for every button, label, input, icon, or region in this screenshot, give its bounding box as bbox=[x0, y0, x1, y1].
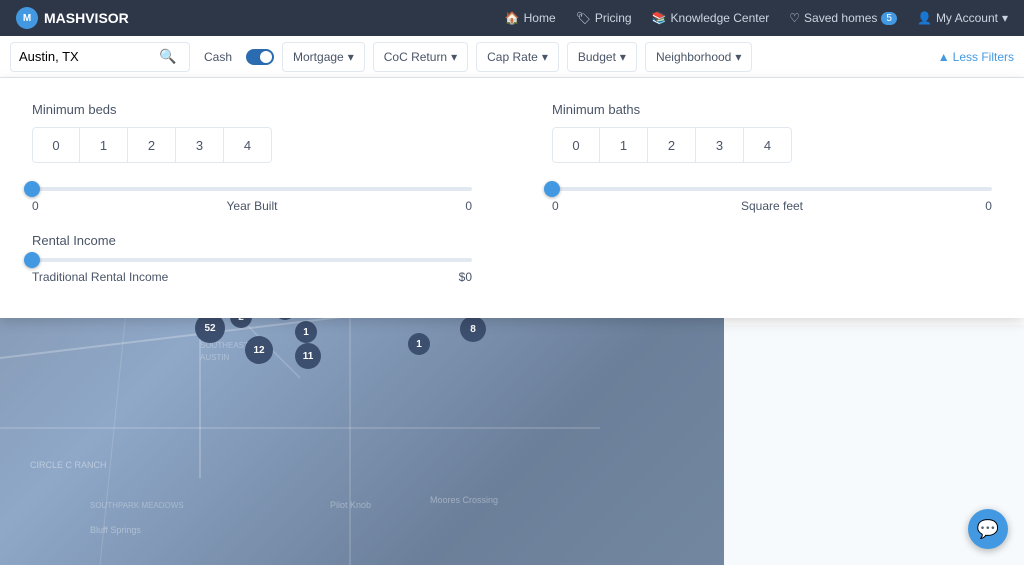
neighborhood-button[interactable]: Neighborhood ▾ bbox=[645, 42, 752, 72]
chevron-down-icon: ▾ bbox=[1002, 11, 1008, 25]
svg-text:AUSTIN: AUSTIN bbox=[200, 353, 230, 362]
square-feet-max-val: 0 bbox=[985, 199, 992, 213]
baths-4[interactable]: 4 bbox=[744, 127, 792, 163]
chevron-up-icon: ▲ bbox=[938, 50, 950, 64]
coc-return-button[interactable]: CoC Return ▾ bbox=[373, 42, 468, 72]
search-icon: 🔍 bbox=[159, 48, 176, 65]
nav-knowledge[interactable]: 📚 Knowledge Center bbox=[652, 11, 770, 25]
sliders-section: 0 Year Built 0 0 Square feet 0 bbox=[32, 187, 992, 213]
square-feet-track bbox=[552, 187, 992, 191]
rental-income-section: Rental Income Traditional Rental Income … bbox=[32, 233, 992, 284]
book-icon: 📚 bbox=[652, 11, 667, 25]
baths-3[interactable]: 3 bbox=[696, 127, 744, 163]
map-marker[interactable]: 11 bbox=[295, 343, 321, 369]
cap-rate-button[interactable]: Cap Rate ▾ bbox=[476, 42, 559, 72]
rental-income-label: Rental Income bbox=[32, 233, 992, 248]
square-feet-center-label: Square feet bbox=[741, 199, 803, 213]
nav-saved[interactable]: ♡ Saved homes 5 bbox=[789, 11, 897, 25]
beds-options: 0 1 2 3 4 bbox=[32, 127, 472, 163]
chat-icon: 💬 bbox=[977, 519, 999, 540]
search-box[interactable]: 🔍 bbox=[10, 42, 190, 72]
baths-label: Minimum baths bbox=[552, 102, 992, 117]
svg-text:Bluff Springs: Bluff Springs bbox=[90, 525, 141, 535]
svg-text:CIRCLE C RANCH: CIRCLE C RANCH bbox=[30, 460, 107, 470]
search-input[interactable] bbox=[19, 49, 159, 64]
svg-text:Pilot Knob: Pilot Knob bbox=[330, 500, 371, 510]
navbar: M MASHVISOR 🏠 Home 🏷 Pricing 📚 Knowledge… bbox=[0, 0, 1024, 36]
beds-0[interactable]: 0 bbox=[32, 127, 80, 163]
year-built-labels: 0 Year Built 0 bbox=[32, 199, 472, 213]
year-built-thumb[interactable] bbox=[24, 181, 40, 197]
rental-income-value: $0 bbox=[459, 270, 472, 284]
map-marker[interactable]: 1 bbox=[408, 333, 430, 355]
less-filters-button[interactable]: ▲ Less Filters bbox=[938, 50, 1014, 64]
tag-icon: 🏷 bbox=[576, 11, 591, 25]
rental-income-sub-label: Traditional Rental Income bbox=[32, 270, 168, 284]
year-built-track bbox=[32, 187, 472, 191]
baths-2[interactable]: 2 bbox=[648, 127, 696, 163]
beds-1[interactable]: 1 bbox=[80, 127, 128, 163]
svg-text:Moores Crossing: Moores Crossing bbox=[430, 495, 498, 505]
svg-text:SOUTHPARK MEADOWS: SOUTHPARK MEADOWS bbox=[90, 501, 184, 510]
map-marker[interactable]: 8 bbox=[460, 316, 486, 342]
chevron-down-icon: ▾ bbox=[620, 50, 626, 64]
rental-income-labels: Traditional Rental Income $0 bbox=[32, 270, 472, 284]
year-built-center-label: Year Built bbox=[227, 199, 278, 213]
logo[interactable]: M MASHVISOR bbox=[16, 7, 129, 29]
nav-pricing[interactable]: 🏷 Pricing bbox=[576, 11, 632, 25]
mortgage-toggle[interactable] bbox=[246, 49, 274, 65]
heart-icon: ♡ bbox=[789, 11, 800, 25]
baths-options: 0 1 2 3 4 bbox=[552, 127, 992, 163]
rental-income-track bbox=[32, 258, 472, 262]
nav-home[interactable]: 🏠 Home bbox=[505, 11, 556, 25]
beds-3[interactable]: 3 bbox=[176, 127, 224, 163]
mortgage-button[interactable]: Mortgage ▾ bbox=[282, 42, 365, 72]
square-feet-group: 0 Square feet 0 bbox=[552, 187, 992, 213]
chevron-down-icon: ▾ bbox=[348, 50, 354, 64]
map-marker[interactable]: 12 bbox=[245, 336, 273, 364]
square-feet-thumb[interactable] bbox=[544, 181, 560, 197]
chevron-down-icon: ▾ bbox=[451, 50, 457, 64]
year-built-group: 0 Year Built 0 bbox=[32, 187, 472, 213]
rental-income-thumb[interactable] bbox=[24, 252, 40, 268]
baths-group: Minimum baths 0 1 2 3 4 bbox=[552, 102, 992, 163]
chevron-down-icon: ▾ bbox=[735, 50, 741, 64]
filter-panel: Minimum beds 0 1 2 3 4 Minimum baths 0 1… bbox=[0, 78, 1024, 318]
square-feet-labels: 0 Square feet 0 bbox=[552, 199, 992, 213]
beds-label: Minimum beds bbox=[32, 102, 472, 117]
nav-account[interactable]: 👤 My Account ▾ bbox=[917, 11, 1008, 25]
beds-2[interactable]: 2 bbox=[128, 127, 176, 163]
logo-text: MASHVISOR bbox=[44, 10, 129, 26]
cash-button[interactable]: Cash bbox=[198, 46, 238, 68]
nav-links: 🏠 Home 🏷 Pricing 📚 Knowledge Center ♡ Sa… bbox=[505, 11, 1008, 25]
logo-icon: M bbox=[16, 7, 38, 29]
beds-baths-section: Minimum beds 0 1 2 3 4 Minimum baths 0 1… bbox=[32, 102, 992, 163]
beds-4[interactable]: 4 bbox=[224, 127, 272, 163]
budget-button[interactable]: Budget ▾ bbox=[567, 42, 637, 72]
saved-badge: 5 bbox=[881, 12, 897, 25]
home-icon: 🏠 bbox=[505, 11, 520, 25]
baths-0[interactable]: 0 bbox=[552, 127, 600, 163]
baths-1[interactable]: 1 bbox=[600, 127, 648, 163]
map-marker[interactable]: 1 bbox=[295, 321, 317, 343]
chat-button[interactable]: 💬 bbox=[968, 509, 1008, 549]
filter-bar: 🔍 Cash Mortgage ▾ CoC Return ▾ Cap Rate … bbox=[0, 36, 1024, 78]
chevron-down-icon: ▾ bbox=[542, 50, 548, 64]
user-icon: 👤 bbox=[917, 11, 932, 25]
beds-group: Minimum beds 0 1 2 3 4 bbox=[32, 102, 472, 163]
year-built-min-val: 0 bbox=[32, 199, 39, 213]
square-feet-min-val: 0 bbox=[552, 199, 559, 213]
year-built-max-val: 0 bbox=[465, 199, 472, 213]
